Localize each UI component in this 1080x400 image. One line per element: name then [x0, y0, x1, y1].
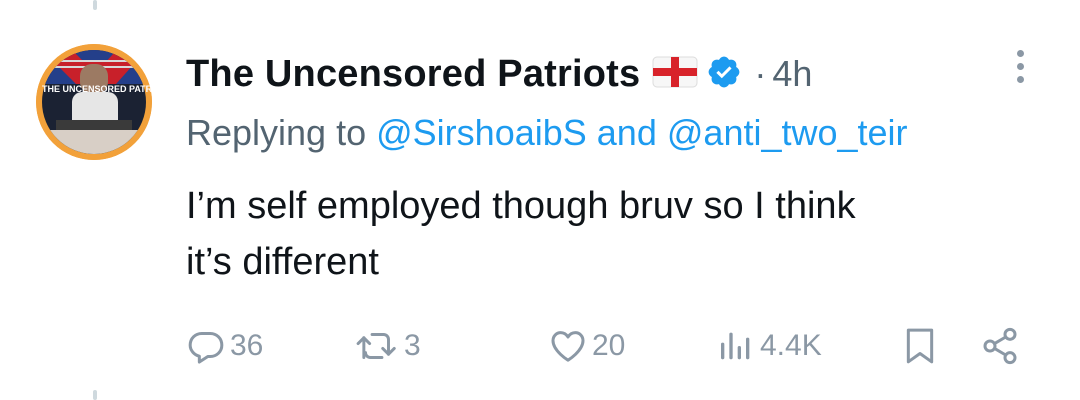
retweet-icon — [354, 326, 400, 366]
retweet-button[interactable]: 3 — [354, 322, 421, 370]
tweet-header: The Uncensored Patriots · 4h — [186, 46, 812, 102]
reply-icon — [186, 326, 226, 366]
tweet-text: I’m self employed though bruv so I think… — [186, 178, 1046, 290]
action-bar: 36 3 20 4.4K — [186, 322, 1046, 370]
heart-icon — [548, 326, 588, 366]
tweet-text-line: I’m self employed though bruv so I think — [186, 185, 856, 227]
views-button[interactable]: 4.4K — [716, 322, 822, 370]
verified-badge-icon[interactable] — [706, 54, 742, 95]
share-button[interactable] — [980, 322, 1020, 370]
bookmark-button[interactable] — [902, 322, 938, 370]
separator-dot: · — [754, 53, 767, 94]
mention-link-sirshoaibs[interactable]: @SirshoaibS — [376, 112, 587, 153]
display-name[interactable]: The Uncensored Patriots — [186, 53, 640, 96]
avatar[interactable]: THE UNCENSORED PATRIOTS — [36, 44, 152, 160]
more-options-icon[interactable] — [1004, 44, 1036, 88]
avatar-logo-text: THE UNCENSORED PATRIOTS — [42, 84, 152, 94]
tweet-text-line: it’s different — [186, 241, 379, 283]
replying-to-line: Replying to @SirshoaibS and @anti_two_te… — [186, 112, 908, 154]
replying-prefix: Replying to — [186, 112, 367, 153]
like-button[interactable]: 20 — [548, 322, 625, 370]
views-count: 4.4K — [760, 329, 822, 362]
thread-line-top — [93, 0, 97, 10]
retweet-count: 3 — [404, 329, 421, 362]
england-flag-icon — [652, 56, 698, 93]
thread-line-bottom — [93, 390, 97, 400]
and-word: and — [596, 112, 657, 153]
avatar-image: THE UNCENSORED PATRIOTS — [36, 44, 152, 160]
views-icon — [716, 326, 756, 366]
reply-button[interactable]: 36 — [186, 322, 263, 370]
timestamp[interactable]: 4h — [772, 53, 812, 95]
mention-link-anti-two-teir[interactable]: @anti_two_teir — [667, 112, 908, 153]
bookmark-icon — [902, 326, 938, 366]
share-icon — [980, 326, 1020, 366]
reply-count: 36 — [230, 329, 264, 362]
like-count: 20 — [592, 329, 626, 362]
